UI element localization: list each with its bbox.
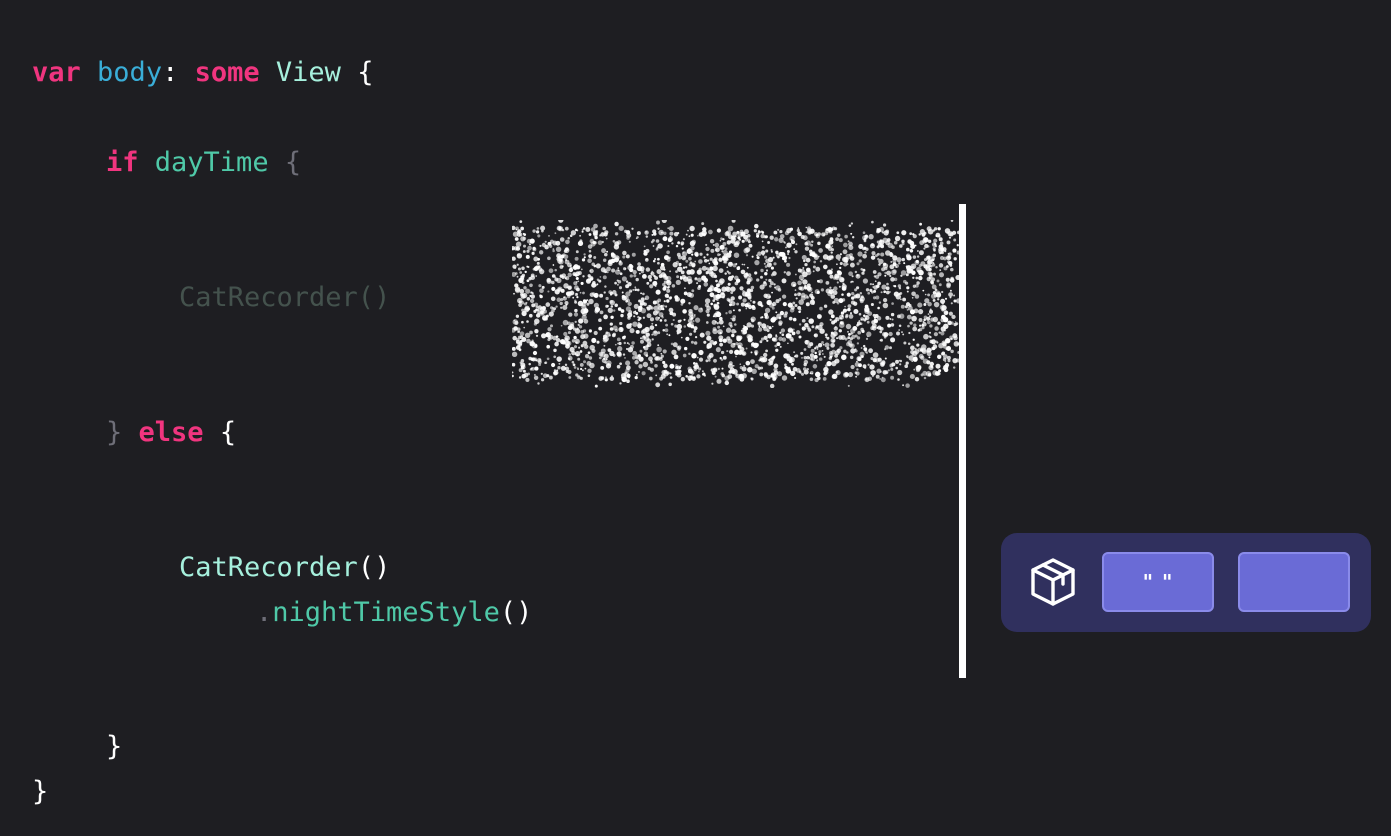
- dot: .: [256, 597, 273, 628]
- code-line-close-body: }: [32, 776, 49, 807]
- parens: (): [499, 597, 533, 628]
- code-line-if-daytime: if dayTime {: [106, 146, 301, 180]
- code-slide: var body: some View { if dayTime { CatRe…: [0, 0, 1391, 836]
- code-line-catrecorder: CatRecorder(): [179, 551, 390, 585]
- particle-dissolve-effect: [512, 220, 959, 388]
- code-line-var-body: var body: some View {: [32, 56, 373, 90]
- keyword-if: if: [106, 147, 139, 178]
- keyword-else: else: [138, 417, 204, 448]
- code-line-close-else: }: [106, 731, 123, 762]
- code-line-catrecorder-faded: CatRecorder(): [179, 282, 391, 313]
- type-catrecorder: CatRecorder: [179, 552, 358, 583]
- open-brace: {: [219, 417, 237, 448]
- open-brace: {: [284, 147, 302, 178]
- package-icon: [1031, 558, 1075, 606]
- quotes-button[interactable]: " ": [1102, 552, 1214, 612]
- type-view: View: [275, 57, 341, 88]
- divider-line: [959, 204, 966, 678]
- code-line-nighttimestyle: .nightTimeStyle(): [256, 596, 532, 630]
- method-nighttimestyle: nightTimeStyle: [272, 597, 500, 628]
- keyword-var: var: [32, 57, 81, 88]
- toolbar: " ": [1001, 533, 1371, 632]
- blank-button[interactable]: [1238, 552, 1350, 612]
- parens: (): [357, 552, 391, 583]
- keyword-some: some: [194, 57, 260, 88]
- open-brace: {: [357, 57, 374, 88]
- identifier-daytime: dayTime: [154, 147, 269, 178]
- close-brace: }: [106, 417, 123, 448]
- property-body: body: [97, 57, 163, 88]
- colon: :: [162, 57, 179, 88]
- code-line-else: } else {: [106, 416, 236, 450]
